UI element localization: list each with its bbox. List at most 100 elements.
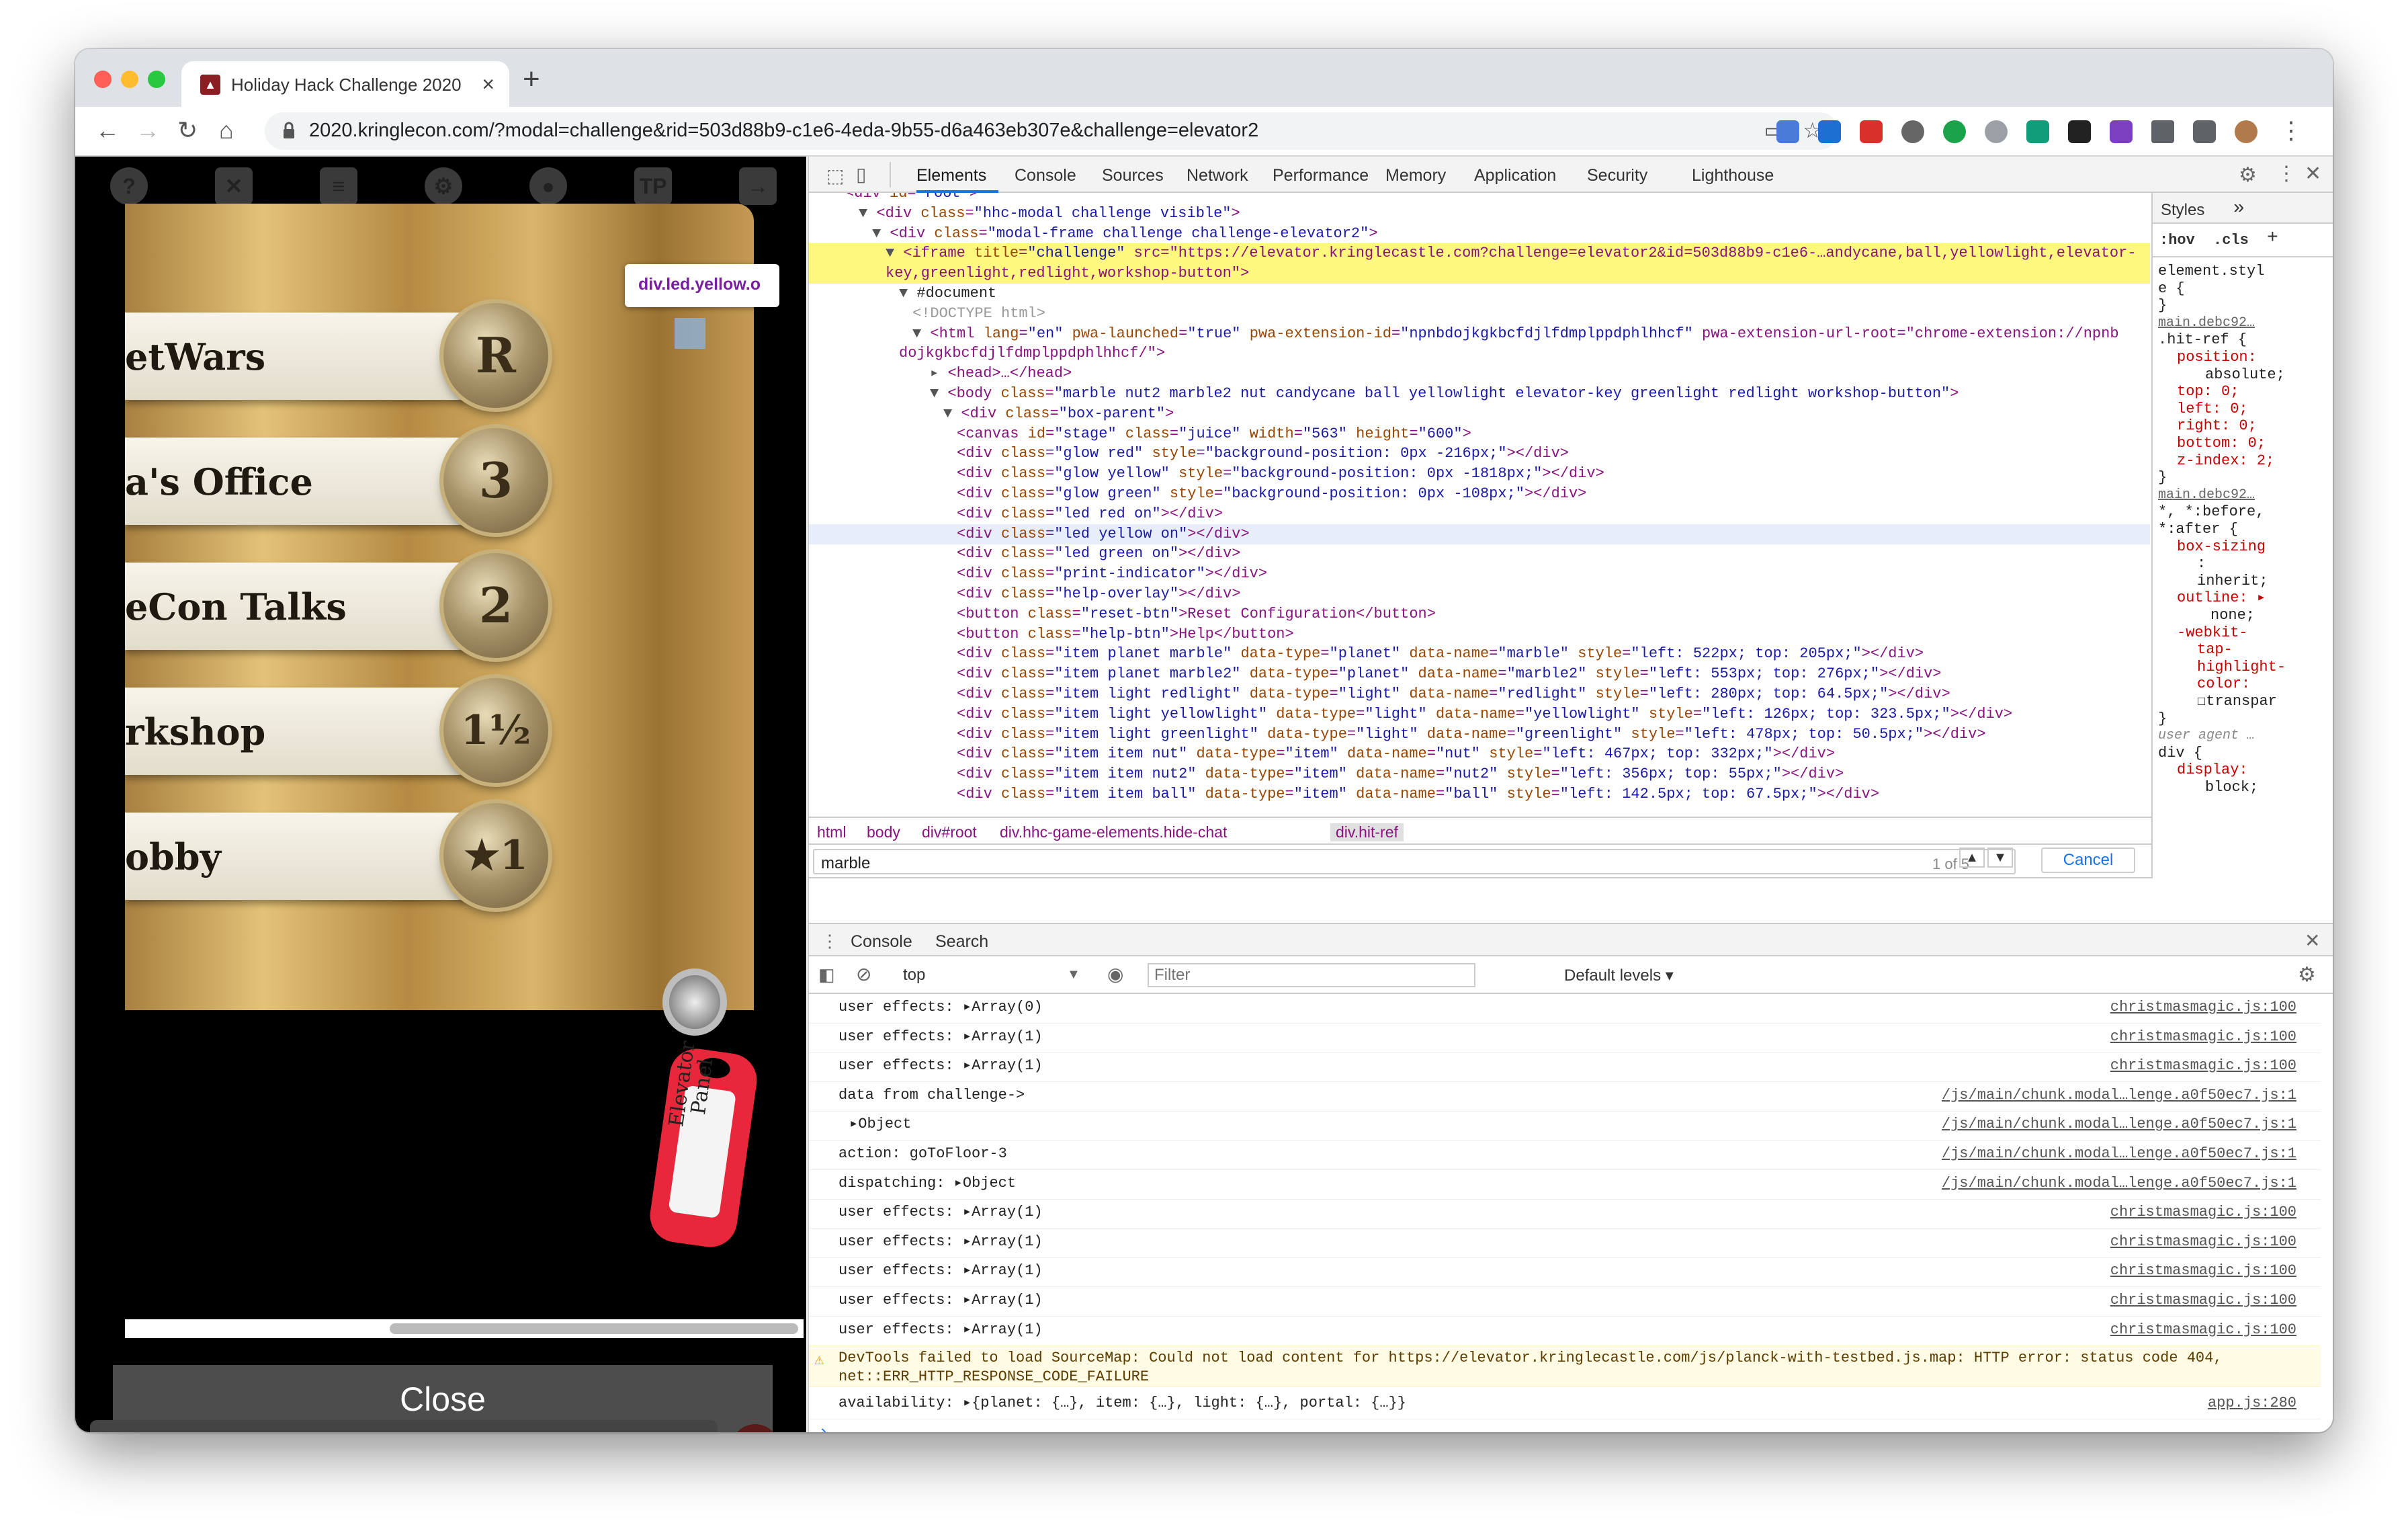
shield-extension-icon[interactable] xyxy=(1901,120,1924,143)
tab-elements[interactable]: Elements xyxy=(916,166,986,185)
close-devtools-icon[interactable]: ✕ xyxy=(2305,162,2321,185)
style-rule-line[interactable]: none; xyxy=(2210,607,2255,624)
style-rule-line[interactable]: block; xyxy=(2205,779,2258,796)
dom-node-line[interactable]: <div class="item planet marble" data-typ… xyxy=(809,644,2150,664)
sidebar-toggle-icon[interactable]: ◧ xyxy=(818,964,835,985)
style-rule-line[interactable]: } xyxy=(2158,710,2167,728)
dom-node-line[interactable]: <div class="item planet marble2" data-ty… xyxy=(809,664,2150,684)
settings-gear-icon[interactable]: ⚙ xyxy=(2239,163,2257,187)
list-icon[interactable]: ≡ xyxy=(320,167,357,205)
inspect-icon[interactable]: ⬚ xyxy=(826,165,844,187)
console-message[interactable]: user effects: ▸Array(1) christmasmagic.js… xyxy=(809,1257,2321,1288)
style-rule-line[interactable]: .hit-ref { xyxy=(2158,331,2247,349)
style-rule-line[interactable]: } xyxy=(2158,469,2167,487)
cls-toggle[interactable]: .cls xyxy=(2213,232,2249,249)
log-levels-dropdown[interactable]: Default levels ▾ xyxy=(1564,966,1674,985)
breadcrumb-game-elements[interactable]: div.hhc-game-elements.hide-chat xyxy=(1000,823,1227,841)
new-tab-button[interactable]: + xyxy=(523,63,540,96)
dom-node-line[interactable]: ▼ <div class="box-parent"> xyxy=(809,404,2150,424)
profile-avatar[interactable] xyxy=(2235,120,2258,143)
user-icon[interactable]: ● xyxy=(529,167,567,205)
dom-node-line[interactable]: <div class="led yellow on"></div> xyxy=(809,524,2150,544)
dom-node-line[interactable]: <div class="item light redlight" data-ty… xyxy=(809,684,2150,704)
console-source-link[interactable]: christmasmagic.js:100 xyxy=(2110,1317,2296,1343)
settings-gear-icon[interactable]: ⚙ xyxy=(425,167,462,205)
console-source-link[interactable]: christmasmagic.js:100 xyxy=(2110,1052,2296,1079)
console-source-link[interactable]: christmasmagic.js:100 xyxy=(2110,1287,2296,1314)
dom-node-line[interactable]: <div class="led green on"></div> xyxy=(809,544,2150,564)
console-source-link[interactable]: christmasmagic.js:100 xyxy=(2110,1199,2296,1226)
tab-memory[interactable]: Memory xyxy=(1385,166,1446,185)
scrollbar-thumb[interactable] xyxy=(390,1323,798,1334)
dom-node-line[interactable]: key,greenlight,redlight,workshop-button"… xyxy=(809,263,2150,284)
style-rule-line[interactable]: main.debc92… xyxy=(2158,315,2255,332)
tp-icon[interactable]: TP xyxy=(634,167,672,205)
add-rule-icon[interactable]: + xyxy=(2267,228,2278,249)
dom-node-line[interactable]: ▸ <head>…</head> xyxy=(809,364,2150,384)
dom-node-line[interactable]: <div class="glow red" style="background-… xyxy=(809,444,2150,464)
exit-icon[interactable]: → xyxy=(739,167,777,205)
style-rule-line[interactable]: z-index: 2; xyxy=(2177,452,2274,470)
console-source-link[interactable]: /js/main/chunk.modal…lenge.a0f50ec7.js:1 xyxy=(1942,1141,2296,1167)
dom-node-line[interactable]: ▼ <html lang="en" pwa-launched="true" pw… xyxy=(809,324,2150,344)
dom-node-line[interactable]: ▼ <div class="modal-frame challenge chal… xyxy=(809,224,2150,244)
breadcrumb-root[interactable]: div#root xyxy=(922,823,977,841)
console-source-link[interactable]: christmasmagic.js:100 xyxy=(2110,1229,2296,1255)
style-rule-line[interactable]: absolute; xyxy=(2205,366,2285,384)
drawer-menu-icon[interactable]: ⋮ xyxy=(821,931,838,952)
dom-search-input[interactable]: marble 1 of 5 xyxy=(813,849,2016,874)
style-rule-line[interactable]: -webkit- xyxy=(2177,624,2248,642)
style-rule-line[interactable]: inherit; xyxy=(2197,573,2268,590)
close-window-button[interactable] xyxy=(94,71,112,88)
dom-node-line[interactable]: <div class="item light greenlight" data-… xyxy=(809,725,2150,745)
mute-icon[interactable]: ✕ xyxy=(215,167,253,205)
console-message[interactable]: user effects: ▸Array(1) christmasmagic.js… xyxy=(809,1287,2321,1317)
home-icon[interactable]: ⌂ xyxy=(219,116,234,144)
reload-icon[interactable]: ↻ xyxy=(177,116,198,144)
dom-node-line[interactable]: dojkgkbcfdjlfdmplppdphlhhcf/"> xyxy=(809,343,2150,364)
console-message[interactable]: ▸Object/js/main/chunk.modal…lenge.a0f50e… xyxy=(809,1111,2321,1141)
style-rule-line[interactable]: color: xyxy=(2197,675,2250,693)
kebab-menu-icon[interactable]: ⋮ xyxy=(2279,116,2303,144)
dom-node-line[interactable]: ▼ <div class="hhc-modal challenge visibl… xyxy=(809,204,2150,224)
console-message[interactable]: data from challenge-> /js/main/chunk.moda… xyxy=(809,1082,2321,1112)
elevator-key-tag[interactable]: Elevator Panel xyxy=(646,1040,761,1251)
dom-node-line[interactable]: <div class="item light yellowlight" data… xyxy=(809,704,2150,725)
teal-extension-icon[interactable] xyxy=(2026,120,2049,143)
style-rule-line[interactable]: e { xyxy=(2158,280,2185,298)
dom-node-line[interactable]: <div class="help-overlay"></div> xyxy=(809,584,2150,604)
context-selector[interactable]: top xyxy=(903,966,925,985)
horizontal-scrollbar[interactable] xyxy=(125,1319,804,1338)
style-rule-line[interactable]: left: 0; xyxy=(2177,401,2248,418)
console-message[interactable]: action: goToFloor-3/js/main/chunk.modal…… xyxy=(809,1141,2321,1170)
style-rule-line[interactable]: bottom: 0; xyxy=(2177,435,2266,452)
green-dot-extension-icon[interactable] xyxy=(1943,120,1966,143)
back-arrow-icon[interactable]: ← xyxy=(95,116,120,144)
style-rule-line[interactable]: } xyxy=(2158,297,2167,315)
console-message[interactable]: user effects: ▸Array(1) christmasmagic.js… xyxy=(809,1317,2321,1346)
breadcrumb-html[interactable]: html xyxy=(817,823,846,841)
reading-list-icon[interactable] xyxy=(2193,120,2216,143)
grey-extension-icon[interactable] xyxy=(1985,120,2008,143)
dom-node-line[interactable]: <div class="glow green" style="backgroun… xyxy=(809,484,2150,504)
dom-node-line[interactable]: <canvas id="stage" class="juice" width="… xyxy=(809,424,2150,444)
dom-node-line[interactable]: ▼ <iframe title="challenge" src="https:/… xyxy=(809,243,2150,264)
notion-extension-icon[interactable] xyxy=(2068,120,2091,143)
red-extension-icon[interactable] xyxy=(1860,120,1883,143)
console-warning[interactable]: ⚠ DevTools failed to load SourceMap: Coul… xyxy=(809,1346,2321,1388)
address-bar[interactable]: 2020.kringlecon.com/?modal=challenge&rid… xyxy=(265,112,1838,150)
more-tabs-icon[interactable]: » xyxy=(2233,198,2245,219)
style-rule-line[interactable]: main.debc92… xyxy=(2158,487,2255,504)
device-toolbar-icon[interactable]: ▯ xyxy=(856,163,866,185)
console-source-link[interactable]: app.js:280 xyxy=(2208,1390,2296,1417)
style-rule-line[interactable]: top: 0; xyxy=(2177,383,2239,401)
dom-node-line[interactable]: <div class="item item nut2" data-type="i… xyxy=(809,764,2150,784)
console-source-link[interactable]: christmasmagic.js:100 xyxy=(2110,1257,2296,1284)
style-rule-line[interactable]: outline: ▸ xyxy=(2177,589,2266,607)
context-dropdown-icon[interactable]: ▼ xyxy=(1067,967,1080,983)
dom-node-line[interactable]: <div class="print-indicator"></div> xyxy=(809,564,2150,584)
style-rule-line[interactable]: *, *:before, xyxy=(2158,503,2264,521)
translate-extension-icon[interactable] xyxy=(1776,120,1799,143)
hov-toggle[interactable]: :hov xyxy=(2159,232,2195,249)
style-rule-line[interactable]: tap- xyxy=(2197,641,2233,659)
